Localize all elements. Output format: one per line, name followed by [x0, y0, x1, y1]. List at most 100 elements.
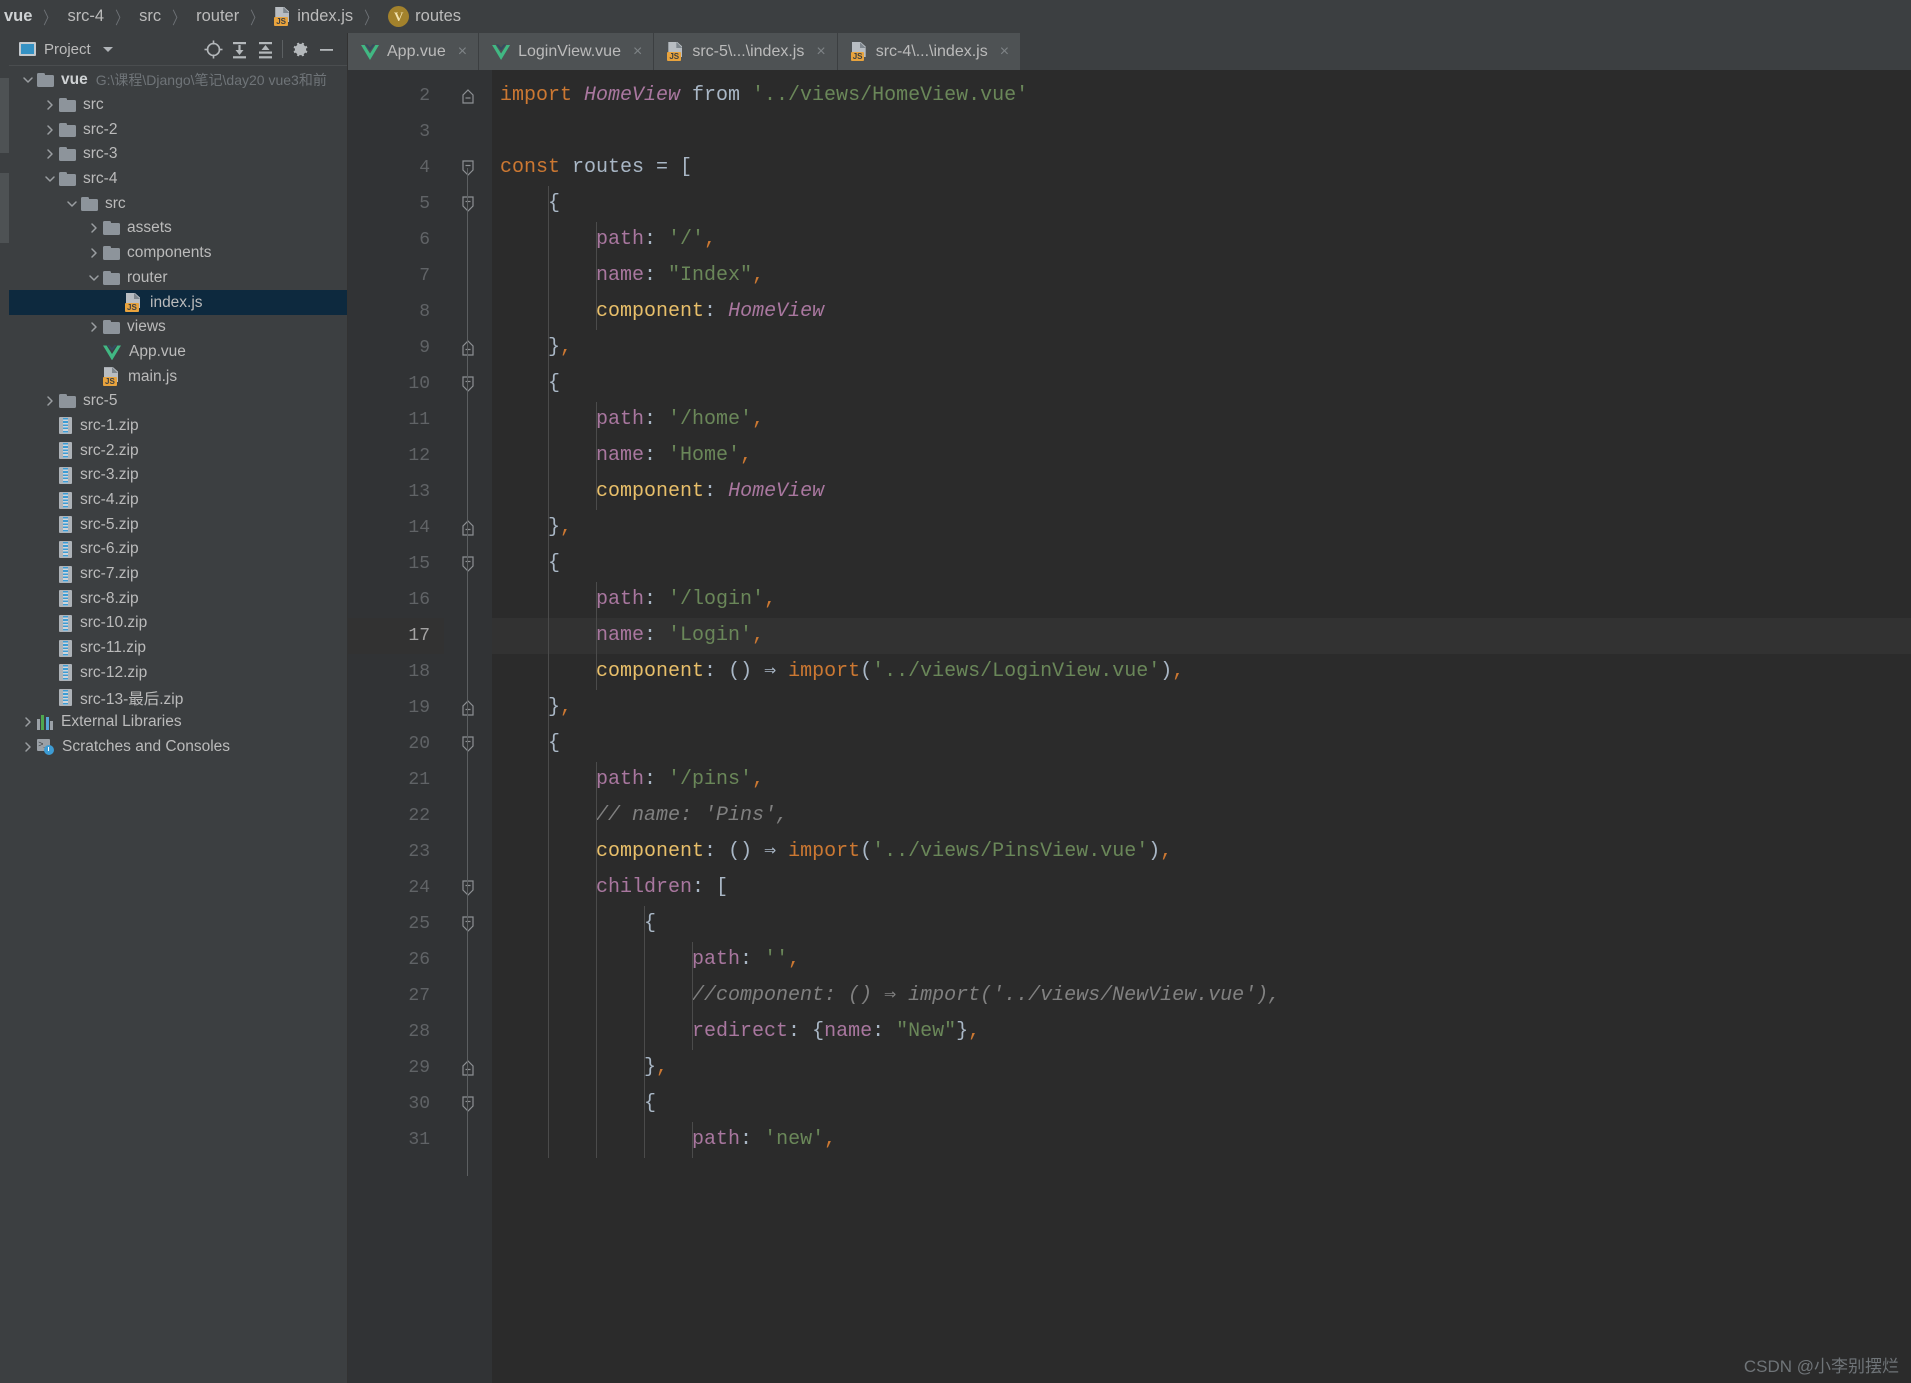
fold-row[interactable]	[444, 186, 492, 222]
chevron-down-icon[interactable]	[63, 198, 81, 210]
code-line[interactable]: name: "Index",	[492, 258, 1911, 294]
code-line[interactable]: name: 'Home',	[492, 438, 1911, 474]
project-panel-title[interactable]: Project	[19, 41, 113, 58]
fold-collapse-icon[interactable]	[461, 556, 475, 572]
code-line[interactable]: name: 'Login',	[492, 618, 1911, 654]
code-line[interactable]: {	[492, 1086, 1911, 1122]
tool-tab-structure[interactable]	[0, 173, 9, 243]
fold-row[interactable]	[444, 150, 492, 186]
breadcrumb-item-router[interactable]: router	[194, 7, 241, 26]
hide-panel-icon[interactable]	[313, 36, 339, 62]
tree-row[interactable]: src-2	[9, 117, 347, 142]
tool-tab-project[interactable]	[0, 78, 9, 153]
tree-row[interactable]: src-7.zip	[9, 562, 347, 587]
fold-collapse-icon[interactable]	[461, 916, 475, 932]
breadcrumb-item-routes[interactable]: Vroutes	[386, 6, 463, 27]
fold-row[interactable]	[444, 1086, 492, 1122]
settings-gear-icon[interactable]	[287, 36, 313, 62]
tree-row[interactable]: vue G:\课程\Django\笔记\day20 vue3和前	[9, 68, 347, 93]
chevron-down-icon[interactable]	[41, 173, 59, 185]
chevron-right-icon[interactable]	[85, 222, 103, 234]
code-line[interactable]	[492, 114, 1911, 150]
code-line[interactable]: component: () ⇒ import('../views/PinsVie…	[492, 834, 1911, 870]
fold-collapse-icon[interactable]	[461, 196, 475, 212]
tree-row[interactable]: src-10.zip	[9, 611, 347, 636]
collapse-all-icon[interactable]	[252, 36, 278, 62]
chevron-right-icon[interactable]	[85, 247, 103, 259]
fold-end-icon[interactable]	[461, 1060, 475, 1076]
editor-tab-src-4-index-js[interactable]: JS src-4\...\index.js ×	[837, 33, 1022, 70]
code-line[interactable]: {	[492, 906, 1911, 942]
fold-row[interactable]	[444, 546, 492, 582]
tree-row[interactable]: router	[9, 266, 347, 291]
code-line[interactable]: path: '',	[492, 942, 1911, 978]
breadcrumb-item-index-js[interactable]: JS index.js	[272, 7, 355, 26]
fold-row[interactable]	[444, 78, 492, 114]
left-tool-strip[interactable]	[0, 33, 9, 1383]
tree-row-selected[interactable]: JS index.js	[9, 290, 347, 315]
tree-row[interactable]: src-3	[9, 142, 347, 167]
chevron-down-icon[interactable]	[85, 272, 103, 284]
chevron-right-icon[interactable]	[41, 395, 59, 407]
tree-row[interactable]: src	[9, 191, 347, 216]
tree-row[interactable]: src-8.zip	[9, 586, 347, 611]
expand-all-icon[interactable]	[226, 36, 252, 62]
tree-row[interactable]: src	[9, 93, 347, 118]
chevron-right-icon[interactable]	[41, 148, 59, 160]
tree-row[interactable]: >_ Scratches and Consoles	[9, 735, 347, 760]
code-line[interactable]: path: '/',	[492, 222, 1911, 258]
fold-row[interactable]	[444, 366, 492, 402]
code-line[interactable]: path: 'new',	[492, 1122, 1911, 1158]
fold-collapse-icon[interactable]	[461, 1096, 475, 1112]
tree-row[interactable]: src-1.zip	[9, 414, 347, 439]
fold-row[interactable]	[444, 726, 492, 762]
fold-collapse-icon[interactable]	[461, 880, 475, 896]
breadcrumb-item-src[interactable]: src	[137, 7, 163, 26]
code-folding-gutter[interactable]	[444, 70, 492, 1383]
code-line[interactable]: //component: () ⇒ import('../views/NewVi…	[492, 978, 1911, 1014]
tree-row[interactable]: App.vue	[9, 340, 347, 365]
close-icon[interactable]: ×	[1000, 43, 1009, 60]
tree-row[interactable]: src-5	[9, 389, 347, 414]
fold-row[interactable]	[444, 870, 492, 906]
code-line[interactable]: },	[492, 690, 1911, 726]
code-line[interactable]: children: [	[492, 870, 1911, 906]
tree-row[interactable]: src-4	[9, 167, 347, 192]
fold-collapse-icon[interactable]	[461, 736, 475, 752]
code-line[interactable]: {	[492, 726, 1911, 762]
fold-row[interactable]	[444, 510, 492, 546]
code-line[interactable]: import HomeView from '../views/HomeView.…	[492, 78, 1911, 114]
editor-tab-loginview-vue[interactable]: LoginView.vue ×	[479, 33, 655, 70]
tree-row[interactable]: src-12.zip	[9, 661, 347, 686]
tree-row[interactable]: JS main.js	[9, 364, 347, 389]
tree-row[interactable]: External Libraries	[9, 710, 347, 735]
chevron-right-icon[interactable]	[85, 321, 103, 333]
chevron-down-icon[interactable]	[102, 46, 113, 52]
code-line[interactable]: component: () ⇒ import('../views/LoginVi…	[492, 654, 1911, 690]
editor-tab-app-vue[interactable]: App.vue ×	[348, 33, 480, 70]
code-line[interactable]: const routes = [	[492, 150, 1911, 186]
chevron-down-icon[interactable]	[19, 74, 37, 86]
fold-row[interactable]	[444, 690, 492, 726]
locate-target-icon[interactable]	[200, 36, 226, 62]
code-line[interactable]: },	[492, 330, 1911, 366]
code-line[interactable]: },	[492, 1050, 1911, 1086]
code-line[interactable]: {	[492, 366, 1911, 402]
fold-end-icon[interactable]	[461, 520, 475, 536]
fold-start-icon[interactable]	[461, 88, 475, 104]
code-content[interactable]: import HomeView from '../views/HomeView.…	[492, 70, 1911, 1383]
tree-row[interactable]: src-4.zip	[9, 488, 347, 513]
tree-row[interactable]: src-2.zip	[9, 438, 347, 463]
code-line[interactable]: },	[492, 510, 1911, 546]
fold-end-icon[interactable]	[461, 700, 475, 716]
tree-row[interactable]: src-11.zip	[9, 636, 347, 661]
code-line[interactable]: path: '/pins',	[492, 762, 1911, 798]
fold-end-icon[interactable]	[461, 340, 475, 356]
tree-row[interactable]: src-6.zip	[9, 537, 347, 562]
code-line[interactable]: component: HomeView	[492, 474, 1911, 510]
breadcrumb-item-src-4[interactable]: src-4	[65, 7, 106, 26]
fold-collapse-icon[interactable]	[461, 160, 475, 176]
tree-row[interactable]: assets	[9, 216, 347, 241]
fold-row[interactable]	[444, 330, 492, 366]
fold-collapse-icon[interactable]	[461, 376, 475, 392]
